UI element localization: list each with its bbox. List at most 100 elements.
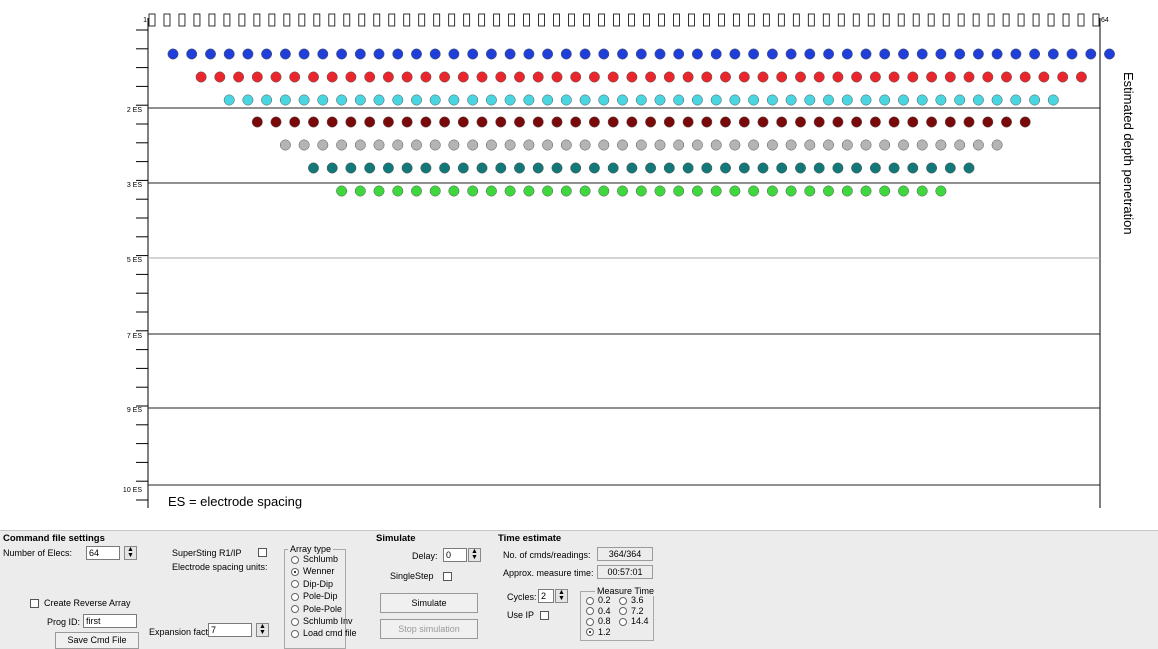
datum-point (720, 162, 731, 174)
radio-icon (586, 607, 594, 616)
datum-point (710, 94, 722, 106)
datum-point (411, 185, 422, 197)
array-type-load-cmd-file-radio[interactable]: Load cmd file (291, 628, 357, 638)
reverse-array-checkbox[interactable] (30, 599, 39, 608)
array-type-schlumb-inv-radio[interactable]: Schlumb Inv (291, 616, 353, 626)
datum-point (851, 116, 863, 128)
electrode-marker (792, 13, 800, 27)
cmds-readings-value: 364/364 (597, 547, 653, 561)
electrode-marker (912, 13, 920, 27)
electrode-marker (897, 13, 905, 27)
datum-point (757, 71, 769, 83)
superstring-checkbox[interactable] (258, 548, 267, 557)
datum-point (879, 94, 891, 106)
array-type-schlumb-radio[interactable]: Schlumb (291, 554, 338, 564)
singlestep-checkbox[interactable] (443, 572, 452, 581)
datum-point (972, 94, 984, 106)
array-type-wenner-radio[interactable]: Wenner (291, 566, 334, 576)
depth-label: 3 ES (127, 182, 143, 189)
stop-simulation-button[interactable]: Stop simulation (380, 619, 478, 639)
datum-point (476, 162, 488, 174)
datum-point (551, 116, 563, 128)
datum-point (860, 48, 872, 60)
delay-input[interactable]: 0 (443, 548, 467, 562)
electrode-marker (343, 13, 351, 27)
expansion-factor-label: Expansion factor (149, 627, 217, 637)
electrode-marker (957, 13, 965, 27)
datum-point (588, 162, 600, 174)
datum-point (457, 116, 469, 128)
datum-point (242, 94, 254, 106)
depth-label: 5 ES (127, 257, 143, 264)
datum-point (598, 185, 610, 197)
electrode-marker (987, 13, 995, 27)
datum-point (542, 94, 554, 106)
datum-point (738, 116, 750, 128)
datum-point (841, 139, 853, 151)
datum-point (1010, 94, 1022, 106)
datum-point (467, 94, 479, 106)
measure-time-radio[interactable]: 3.6 (619, 595, 644, 605)
measure-time-radio[interactable]: 0.4 (586, 606, 611, 616)
simulate-button[interactable]: Simulate (380, 593, 478, 613)
array-type-dip-dip-radio[interactable]: Dip-Dip (291, 579, 333, 589)
datum-point (916, 185, 928, 197)
expansion-factor-spinner[interactable]: ▲ ▼ (256, 623, 269, 637)
datum-point (813, 116, 825, 128)
electrode-marker (882, 13, 890, 27)
datum-point (795, 162, 806, 174)
datum-point (954, 94, 966, 106)
use-ip-checkbox[interactable] (540, 611, 549, 620)
depth-penetration-label: Estimated depth penetration (1121, 72, 1136, 235)
measure-time-radio[interactable]: 0.8 (586, 616, 611, 626)
datum-point (514, 162, 525, 174)
array-type-pole-pole-radio[interactable]: Pole-Pole (291, 604, 342, 614)
datum-point (785, 94, 797, 106)
datum-point (748, 185, 760, 197)
num-elecs-input[interactable]: 64 (86, 546, 120, 560)
electrode-marker (193, 13, 201, 27)
datum-point (326, 116, 338, 128)
measure-time-radio[interactable]: 1.2 (586, 627, 611, 637)
measure-time-radio[interactable]: 0.2 (586, 595, 611, 605)
datum-point (841, 185, 853, 197)
electrode-marker (717, 13, 725, 27)
measure-time-radio[interactable]: 14.4 (619, 616, 649, 626)
datum-point (504, 94, 516, 106)
settings-panel: Command file settings Number of Elecs: 6… (0, 530, 1158, 649)
datum-point (860, 185, 872, 197)
singlestep-label: SingleStep (390, 571, 434, 581)
electrode-marker (283, 13, 291, 27)
expansion-factor-input[interactable]: 7 (208, 623, 252, 637)
datum-point (888, 116, 900, 128)
datum-point (523, 139, 535, 151)
datum-point (364, 71, 376, 83)
electrode-marker (837, 13, 845, 27)
num-elecs-spinner[interactable]: ▲ ▼ (124, 546, 137, 560)
datum-point (869, 162, 881, 174)
datum-point (663, 162, 675, 174)
datum-point (645, 162, 657, 174)
datum-point (588, 71, 600, 83)
datum-point (963, 162, 975, 174)
datum-point (336, 94, 348, 106)
datum-point (804, 48, 816, 60)
datum-point (823, 139, 834, 151)
datum-point (757, 116, 769, 128)
datum-point (1104, 48, 1115, 60)
datum-point (448, 94, 460, 106)
cycles-input[interactable]: 2 (538, 589, 554, 603)
datum-point (776, 162, 788, 174)
datum-point (514, 116, 525, 128)
datum-point (823, 48, 835, 60)
datum-point (766, 48, 778, 60)
datum-point (560, 48, 572, 60)
electrode-marker (867, 13, 875, 27)
save-cmd-file-button[interactable]: Save Cmd File (55, 632, 139, 649)
delay-spinner[interactable]: ▲ ▼ (468, 548, 481, 562)
datum-point (766, 94, 778, 106)
array-type-pole-dip-radio[interactable]: Pole-Dip (291, 591, 338, 601)
measure-time-radio[interactable]: 7.2 (619, 606, 644, 616)
cycles-spinner[interactable]: ▲ ▼ (555, 589, 568, 603)
prog-id-input[interactable]: first (83, 614, 137, 628)
